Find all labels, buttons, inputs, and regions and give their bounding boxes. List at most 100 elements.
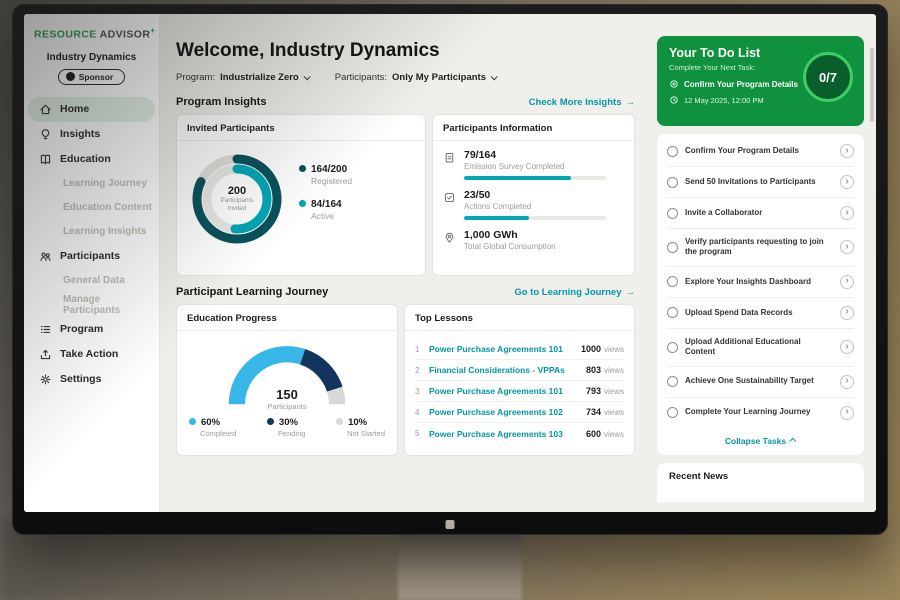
progress-bar xyxy=(464,216,606,220)
lesson-link[interactable]: Financial Considerations - VPPAs xyxy=(429,365,586,375)
clipboard-icon xyxy=(443,151,456,164)
sidebar-item-settings[interactable]: Settings xyxy=(28,367,155,392)
sidebar-item-learning-insights[interactable]: Learning Insights xyxy=(24,220,159,244)
task-checkbox[interactable] xyxy=(667,407,678,418)
lesson-link[interactable]: Power Purchase Agreements 102 xyxy=(429,407,586,417)
task-row[interactable]: Upload Spend Data Records › xyxy=(667,298,854,329)
lesson-link[interactable]: Power Purchase Agreements 101 xyxy=(429,344,581,354)
check-more-insights-link[interactable]: Check More Insights → xyxy=(529,97,635,108)
lesson-link[interactable]: Power Purchase Agreements 103 xyxy=(429,429,586,439)
lesson-row: 5 Power Purchase Agreements 103 600views xyxy=(415,423,624,444)
lesson-row: 4 Power Purchase Agreements 102 734views xyxy=(415,402,624,423)
task-checkbox[interactable] xyxy=(667,177,678,188)
check-square-icon xyxy=(443,191,456,204)
legend-dot xyxy=(336,418,343,425)
task-row[interactable]: Explore Your Insights Dashboard › xyxy=(667,267,854,298)
sidebar-item-program[interactable]: Program xyxy=(28,317,155,342)
legend-dot xyxy=(299,165,306,172)
education-progress-gauge: 150 Participants xyxy=(221,339,353,413)
home-icon xyxy=(39,103,52,116)
task-row[interactable]: Verify participants requesting to join t… xyxy=(667,229,854,267)
scrollbar[interactable] xyxy=(870,48,874,122)
sidebar-item-general-data[interactable]: General Data xyxy=(24,269,159,293)
sidebar-item-education[interactable]: Education xyxy=(28,147,155,172)
program-filter[interactable]: Program: Industrialize Zero xyxy=(176,72,309,83)
list-icon xyxy=(39,323,52,336)
task-row[interactable]: Confirm Your Program Details › xyxy=(667,136,854,167)
stat-emission-survey: 79/164 Emission Survey Completed xyxy=(443,149,624,180)
organization-name: Industry Dynamics xyxy=(24,52,159,63)
sponsor-badge[interactable]: Sponsor xyxy=(58,69,125,85)
sidebar-nav: Home Insights Education Learning Journey… xyxy=(24,97,159,392)
lesson-row: 2 Financial Considerations - VPPAs 803vi… xyxy=(415,360,624,381)
recent-news-header: Recent News xyxy=(657,463,864,502)
arrow-right-icon: → xyxy=(626,97,636,108)
sidebar-item-insights[interactable]: Insights xyxy=(28,122,155,147)
legend-pending: 30% Pending xyxy=(267,417,306,438)
education-progress-card: Education Progress 150 Participants xyxy=(176,304,398,456)
legend-dot xyxy=(189,418,196,425)
task-row[interactable]: Achieve One Sustainability Target › xyxy=(667,367,854,398)
chevron-right-icon[interactable]: › xyxy=(840,275,854,289)
app-logo: RESOURCE ADVISOR+ xyxy=(24,26,159,41)
sidebar-item-learning-journey[interactable]: Learning Journey xyxy=(24,172,159,196)
invited-participants-donut: 200 Participants Invited xyxy=(187,149,287,249)
chevron-right-icon[interactable]: › xyxy=(840,175,854,189)
program-insights-title: Program Insights xyxy=(176,96,266,108)
todo-panel: Your To Do List Complete Your Next Task:… xyxy=(647,14,876,512)
task-row[interactable]: Complete Your Learning Journey › xyxy=(667,398,854,428)
legend-not-started: 10% Not Started xyxy=(336,417,385,438)
task-checkbox[interactable] xyxy=(667,242,678,253)
chevron-right-icon[interactable]: › xyxy=(840,375,854,389)
arrow-right-icon: → xyxy=(626,287,636,298)
participants-information-card: Participants Information 79/164 Emission… xyxy=(432,114,635,276)
gear-icon xyxy=(39,373,52,386)
task-checkbox[interactable] xyxy=(667,276,678,287)
page-title: Welcome, Industry Dynamics xyxy=(176,40,635,62)
go-to-learning-journey-link[interactable]: Go to Learning Journey → xyxy=(514,287,635,298)
stat-actions-completed: 23/50 Actions Completed xyxy=(443,189,624,220)
chevron-right-icon[interactable]: › xyxy=(840,144,854,158)
photo-background: { "theme": { "brand_green": "#2f9e4d", "… xyxy=(0,0,900,600)
legend-active: 84/164 Active xyxy=(299,199,352,221)
sidebar-item-participants[interactable]: Participants xyxy=(28,244,155,269)
chevron-right-icon[interactable]: › xyxy=(840,340,854,354)
lesson-row: 1 Power Purchase Agreements 101 1000view… xyxy=(415,339,624,360)
next-task[interactable]: Confirm Your Program Details xyxy=(669,79,809,89)
main-content: Welcome, Industry Dynamics Program: Indu… xyxy=(160,14,647,512)
monitor-logo xyxy=(446,520,455,529)
task-row[interactable]: Send 50 Invitations to Participants › xyxy=(667,167,854,198)
chevron-up-icon xyxy=(789,438,796,445)
task-checkbox[interactable] xyxy=(667,146,678,157)
participants-filter[interactable]: Participants: Only My Participants xyxy=(335,72,496,83)
chevron-down-icon xyxy=(491,73,498,80)
chevron-right-icon[interactable]: › xyxy=(840,240,854,254)
chevron-right-icon[interactable]: › xyxy=(840,306,854,320)
task-row[interactable]: Invite a Collaborator › xyxy=(667,198,854,229)
target-icon xyxy=(669,79,679,89)
chevron-right-icon[interactable]: › xyxy=(840,406,854,420)
sidebar: RESOURCE ADVISOR+ Industry Dynamics Spon… xyxy=(24,14,160,512)
legend-dot xyxy=(267,418,274,425)
location-pin-icon xyxy=(443,231,456,244)
people-icon xyxy=(39,250,52,263)
donut-legend: 164/200 Registered 84/164 Active xyxy=(299,164,352,234)
sidebar-item-home[interactable]: Home xyxy=(28,97,155,122)
lesson-link[interactable]: Power Purchase Agreements 101 xyxy=(429,386,586,396)
chevron-down-icon xyxy=(303,73,310,80)
sidebar-item-manage-participants[interactable]: Manage Participants xyxy=(24,293,159,317)
filter-bar: Program: Industrialize Zero Participants… xyxy=(176,72,635,83)
chevron-right-icon[interactable]: › xyxy=(840,206,854,220)
clock-icon xyxy=(669,95,679,105)
task-checkbox[interactable] xyxy=(667,208,678,219)
sidebar-item-education-content[interactable]: Education Content xyxy=(24,196,159,220)
learning-journey-title: Participant Learning Journey xyxy=(176,286,328,298)
task-checkbox[interactable] xyxy=(667,376,678,387)
task-checkbox[interactable] xyxy=(667,342,678,353)
collapse-tasks-link[interactable]: Collapse Tasks xyxy=(667,428,854,455)
progress-badge: 0/7 xyxy=(803,52,853,102)
task-row[interactable]: Upload Additional Educational Content › xyxy=(667,329,854,367)
upload-icon xyxy=(39,348,52,361)
sidebar-item-take-action[interactable]: Take Action xyxy=(28,342,155,367)
task-checkbox[interactable] xyxy=(667,307,678,318)
